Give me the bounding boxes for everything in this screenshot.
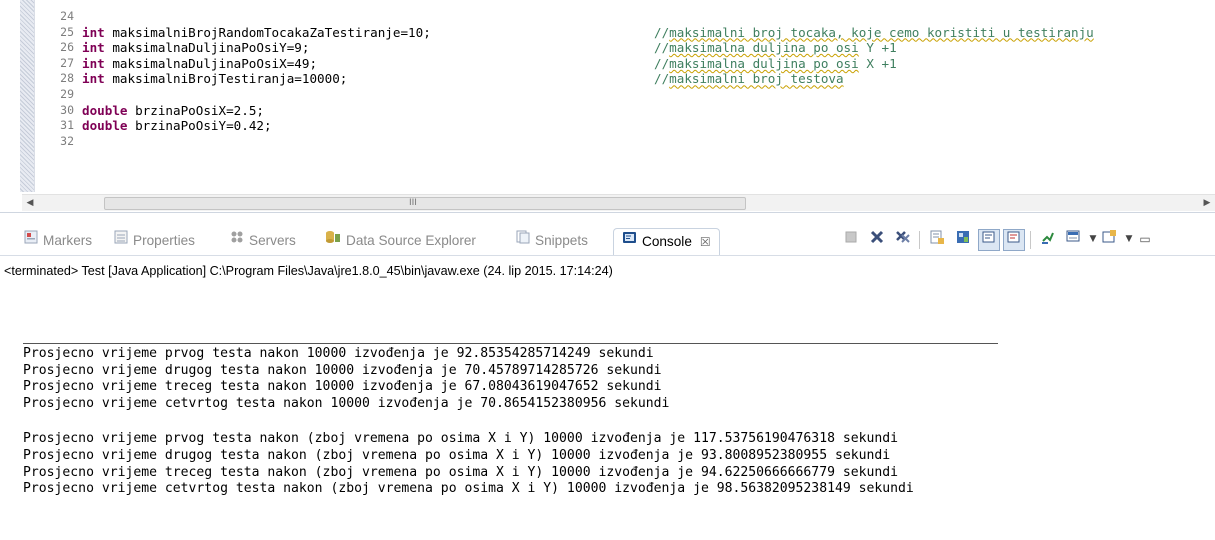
code-comment: //maksimalna duljina po osi X +1 (654, 56, 897, 72)
line-number: 25 (60, 24, 74, 39)
comment-prefix: // (654, 24, 670, 40)
code-text: brzinaPoOsiX=2.5; (127, 102, 264, 118)
output-line: Prosjecno vrijeme cetvrtog testa nakon (… (23, 481, 914, 497)
code-text: maksimalniBrojRandomTocakaZaTestiranje=1… (104, 24, 431, 40)
comment-body: maksimalna duljina po osi (669, 55, 859, 71)
code-line[interactable]: double brzinaPoOsiY=0.42; (82, 118, 1215, 134)
line-number: 31 (60, 118, 74, 133)
keyword: int (82, 71, 105, 87)
properties-icon (114, 228, 128, 252)
keyword: int (82, 24, 105, 40)
output-line: Prosjecno vrijeme treceg testa nakon 100… (23, 379, 662, 395)
console-toolbar: ▼ ▼ ▭ (833, 229, 1213, 251)
output-line: Prosjecno vrijeme prvog testa nakon (zbo… (23, 431, 899, 447)
comment-prefix: // (654, 71, 670, 87)
tab-label: Console (642, 234, 692, 249)
tab-label: Snippets (535, 233, 588, 248)
output-line: Prosjecno vrijeme drugog testa nakon (zb… (23, 447, 891, 463)
code-comment: //maksimalni broj tocaka, koje cemo kori… (654, 25, 1094, 41)
keyword: int (82, 55, 105, 71)
code-text: brzinaPoOsiY=0.42; (127, 118, 272, 134)
show-console-on-stderr-icon[interactable] (1003, 229, 1025, 251)
tab-data-source-explorer[interactable]: Data Source Explorer (325, 229, 476, 253)
close-icon[interactable]: ☒ (700, 235, 711, 249)
tab-label: Servers (249, 233, 296, 248)
code-comment: //maksimalna duljina po osi Y +1 (654, 40, 897, 56)
editor-overview-ruler (20, 0, 35, 192)
line-number: 32 (60, 133, 74, 148)
display-selected-console-icon[interactable] (1063, 229, 1083, 249)
tab-label: Properties (133, 233, 195, 248)
code-line[interactable]: int maksimalnaDuljinaPoOsiY=9; //maksimal… (82, 40, 1215, 56)
toolbar-separator (1030, 231, 1031, 249)
open-console-icon[interactable] (1099, 229, 1119, 249)
line-number: 26 (60, 40, 74, 55)
comment-body: maksimalni broj tocaka, koje cemo korist… (669, 24, 1094, 40)
scroll-right-arrow-icon[interactable]: ▶ (1199, 195, 1215, 211)
scroll-left-arrow-icon[interactable]: ◀ (22, 195, 38, 211)
tab-servers[interactable]: Servers (230, 229, 296, 253)
keyword: double (82, 118, 128, 134)
code-line[interactable]: int maksimalnaDuljinaPoOsiX=49; //maksima… (82, 56, 1215, 72)
output-divider (23, 343, 998, 344)
scrollbar-grip: III (409, 198, 417, 208)
minimize-icon[interactable]: ▭ (1135, 229, 1155, 249)
scroll-lock-icon[interactable] (953, 229, 973, 249)
output-line: Prosjecno vrijeme treceg testa nakon (zb… (23, 464, 899, 480)
console-icon (622, 228, 637, 254)
tab-markers[interactable]: Markers (24, 229, 92, 253)
scrollbar-thumb[interactable]: III (104, 197, 746, 210)
comment-suffix: X +1 (858, 55, 897, 71)
clear-console-icon[interactable] (927, 229, 947, 249)
code-line[interactable]: int maksimalniBrojTestiranja=10000; //mak… (82, 71, 1215, 87)
horizontal-scrollbar[interactable]: ◀ III ▶ (22, 194, 1215, 211)
data-source-explorer-icon (325, 228, 341, 252)
code-comment: //maksimalni broj testova (654, 71, 844, 87)
show-console-on-stdout-icon[interactable] (978, 229, 1000, 251)
line-number: 30 (60, 102, 74, 117)
code-text: maksimalniBrojTestiranja=10000; (104, 71, 348, 87)
line-number: 24 (60, 9, 74, 23)
line-number: 27 (60, 55, 74, 70)
code-text: maksimalnaDuljinaPoOsiX=49; (104, 55, 318, 71)
remove-all-terminated-icon[interactable] (893, 229, 913, 249)
tab-label: Markers (43, 233, 93, 248)
snippets-icon (516, 228, 530, 252)
code-editor[interactable]: 24 25 26 27 28 29 30 31 32 int maksimaln… (0, 0, 1215, 213)
tab-properties[interactable]: Properties (114, 229, 195, 253)
keyword: double (82, 102, 128, 118)
console-output[interactable]: Prosjecno vrijeme prvog testa nakon 1000… (23, 346, 914, 498)
code-line[interactable] (82, 9, 1215, 25)
servers-icon (230, 228, 244, 252)
line-number: 28 (60, 71, 74, 86)
output-line: Prosjecno vrijeme drugog testa nakon 100… (23, 362, 662, 378)
output-line: Prosjecno vrijeme cetvrtog testa nakon 1… (23, 395, 670, 411)
terminate-icon[interactable] (841, 229, 861, 249)
output-line: Prosjecno vrijeme prvog testa nakon 1000… (23, 346, 654, 361)
tab-console[interactable]: Console ☒ (613, 228, 720, 255)
code-text: maksimalnaDuljinaPoOsiY=9; (104, 40, 310, 56)
code-line[interactable] (82, 87, 1215, 103)
comment-body: maksimalni broj testova (669, 71, 844, 87)
console-process-header: <terminated> Test [Java Application] C:\… (4, 264, 613, 278)
line-number-gutter: 24 25 26 27 28 29 30 31 32 (36, 9, 74, 149)
comment-suffix: Y +1 (858, 40, 897, 56)
code-line[interactable] (82, 134, 1215, 150)
keyword: int (82, 40, 105, 56)
comment-body: maksimalna duljina po osi (669, 40, 859, 56)
tab-label: Data Source Explorer (346, 233, 476, 248)
tab-snippets[interactable]: Snippets (516, 229, 588, 253)
comment-prefix: // (654, 40, 670, 56)
remove-launch-icon[interactable] (867, 229, 887, 249)
markers-icon (24, 228, 38, 252)
toolbar-separator (919, 231, 920, 249)
pin-console-icon[interactable] (1038, 229, 1058, 249)
code-area[interactable]: int maksimalniBrojRandomTocakaZaTestiran… (82, 9, 1215, 149)
code-line[interactable]: int maksimalniBrojRandomTocakaZaTestiran… (82, 25, 1215, 41)
line-number: 29 (60, 86, 74, 101)
comment-prefix: // (654, 55, 670, 71)
code-line[interactable]: double brzinaPoOsiX=2.5; (82, 103, 1215, 119)
